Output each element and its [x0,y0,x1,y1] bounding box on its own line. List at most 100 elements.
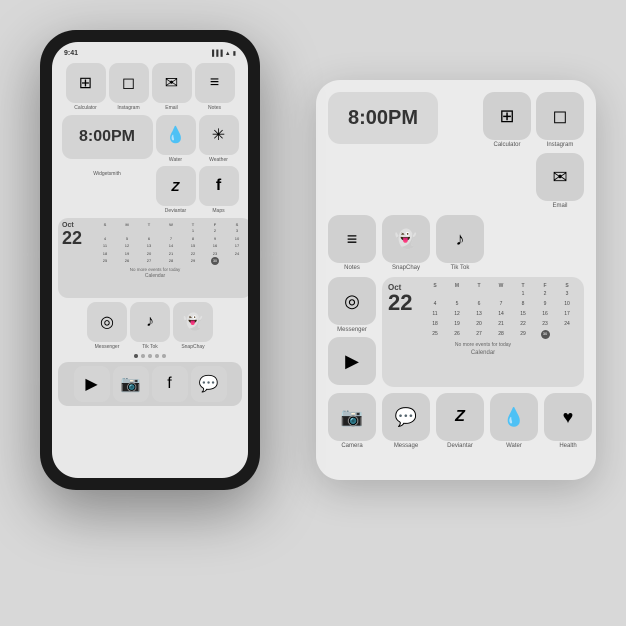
weather-icon[interactable]: ✳ [199,115,239,155]
deviantar-icon[interactable]: Z [156,166,196,206]
phone-calendar-widget[interactable]: Oct 22 S M T W T F S [58,218,248,298]
messenger-icon[interactable]: ◎ [87,302,127,342]
phone-status-icons: ▐▐▐ ▲ ▮ [210,50,236,57]
weather-app[interactable]: ✳ Weather [199,115,239,163]
panel-email-icon[interactable]: ✉ [536,153,584,201]
panel-time-widget[interactable]: 8:00PM [328,92,438,144]
panel-notes-icon[interactable]: ≡ [328,215,376,263]
tiktok-app[interactable]: ♪ Tik Tok [130,302,170,350]
panel-today-cell: 30 [541,330,550,339]
panel-email-app[interactable]: ✉ Email [536,153,584,209]
dot-3 [148,354,152,358]
panel-messenger-label: Messenger [337,327,367,333]
dot-2 [141,354,145,358]
calculator-icon[interactable]: ⊞ [66,63,106,103]
panel-snapchay-icon[interactable]: 👻 [382,215,430,263]
phone-row-1: ⊞ Calculator ◻ Instagram ✉ Email ≡ Notes [58,63,242,111]
notes-icon[interactable]: ≡ [195,63,235,103]
panel-messenger-icon[interactable]: ◎ [328,277,376,325]
panel-instagram-icon[interactable]: ◻ [536,92,584,140]
panel-health-icon[interactable]: ♥ [544,393,592,441]
panel-tiktok-icon[interactable]: ♪ [436,215,484,263]
panel-messenger-app[interactable]: ◎ Messenger [328,277,376,333]
maps-label: Maps [212,208,224,214]
panel-calendar-widget[interactable]: Oct 22 S M T W T F S [382,277,584,387]
instagram-icon[interactable]: ◻ [109,63,149,103]
maps-icon[interactable]: f [199,166,239,206]
panel-water-app[interactable]: 💧 Water [490,393,538,449]
water-label: Water [169,157,182,163]
phone-row-3: ◎ Messenger ♪ Tik Tok 👻 SnapChay [58,302,242,350]
email-app[interactable]: ✉ Email [152,63,192,111]
panel-camera-label: Camera [341,443,362,449]
instagram-label: Instagram [117,105,139,111]
instagram-app[interactable]: ◻ Instagram [109,63,149,111]
panel-deviantar-app[interactable]: Z Deviantar [436,393,484,449]
phone-row-2: 8:00PM Widgetsmith 💧 Water ✳ Weather [58,115,242,214]
battery-icon: ▮ [233,50,236,57]
panel-tiktok-app[interactable]: ♪ Tik Tok [436,215,484,271]
tiktok-icon[interactable]: ♪ [130,302,170,342]
panel-message-app[interactable]: 💬 Message [382,393,430,449]
phone-notch-bar: 9:41 ▐▐▐ ▲ ▮ [58,50,242,57]
snapchay-label: SnapChay [181,344,204,350]
panel-calculator-icon[interactable]: ⊞ [483,92,531,140]
panel-instagram-app[interactable]: ◻ Instagram [536,92,584,148]
phone: 9:41 ▐▐▐ ▲ ▮ ⊞ Calculator ◻ Instagram [40,30,260,490]
panel-youtube-app[interactable]: ▶ [328,337,376,387]
panel-water-icon[interactable]: 💧 [490,393,538,441]
panel-deviantar-icon[interactable]: Z [436,393,484,441]
email-label: Email [165,105,178,111]
panel-cal-title: Calendar [388,350,578,356]
panel-water-label: Water [506,443,522,449]
camera-icon[interactable]: 📷 [113,366,149,402]
youtube-icon[interactable]: ▶ [74,366,110,402]
panel-message-icon[interactable]: 💬 [382,393,430,441]
calc-app[interactable]: ⊞ Calculator [66,63,106,111]
panel-notes-label: Notes [344,265,360,271]
snapchay-app[interactable]: 👻 SnapChay [173,302,213,350]
widgetsmith-label: Widgetsmith [93,171,121,177]
panel-cal-no-events: No more events for today [388,342,578,348]
water-app[interactable]: 💧 Water [156,115,196,163]
water-icon[interactable]: 💧 [156,115,196,155]
panel-calculator-app[interactable]: ⊞ Calculator [483,92,531,148]
panel-instagram-label: Instagram [547,142,574,148]
maps-app[interactable]: f Maps [199,166,239,214]
deviantar-app[interactable]: Z Deviantar [156,166,196,214]
phone-screen: 9:41 ▐▐▐ ▲ ▮ ⊞ Calculator ◻ Instagram [52,42,248,478]
email-icon[interactable]: ✉ [152,63,192,103]
panel-tiktok-label: Tik Tok [451,265,470,271]
dot-1 [134,354,138,358]
weather-label: Weather [209,157,228,163]
panel-health-app[interactable]: ♥ Health [544,393,592,449]
panel-youtube-icon[interactable]: ▶ [328,337,376,385]
phone-time: 9:41 [64,50,78,57]
panel-camera-app[interactable]: 📷 Camera [328,393,376,449]
panel-snapchay-label: SnapChay [392,265,420,271]
dot-4 [155,354,159,358]
panel-calculator-label: Calculator [493,142,520,148]
messenger-app[interactable]: ◎ Messenger [87,302,127,350]
dot-5 [162,354,166,358]
widget-panel: 8:00PM ⊞ Calculator ◻ Instagram ✉ Email [316,80,596,480]
panel-camera-icon[interactable]: 📷 [328,393,376,441]
tiktok-label: Tik Tok [142,344,158,350]
facebook-icon[interactable]: f [152,366,188,402]
panel-email-label: Email [552,203,567,209]
panel-cal-day: 22 [388,292,418,314]
notes-app[interactable]: ≡ Notes [195,63,235,111]
panel-snapchay-app[interactable]: 👻 SnapChay [382,215,430,271]
page-dots [58,354,242,358]
panel-notes-app[interactable]: ≡ Notes [328,215,376,271]
scene: 9:41 ▐▐▐ ▲ ▮ ⊞ Calculator ◻ Instagram [0,0,626,626]
time-widget[interactable]: 8:00PM [62,115,153,159]
snapchay-icon[interactable]: 👻 [173,302,213,342]
panel-calendar-row: ◎ Messenger ▶ Oct 22 S [328,277,584,387]
messenger-label: Messenger [95,344,120,350]
notes-label: Notes [208,105,221,111]
calculator-label: Calculator [74,105,97,111]
chat-icon[interactable]: 💬 [191,366,227,402]
deviantar-label: Deviantar [165,208,186,214]
phone-cal-day: 22 [62,229,82,247]
